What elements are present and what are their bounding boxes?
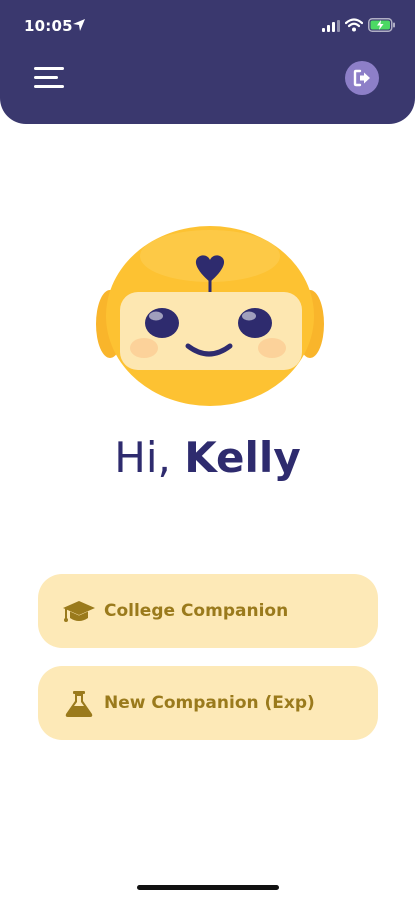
wifi-icon <box>345 18 363 32</box>
menu-line <box>34 85 64 88</box>
cellular-signal-icon <box>322 20 340 32</box>
hamburger-menu-button[interactable] <box>34 66 64 90</box>
greeting-heading: Hi, Kelly <box>0 432 415 484</box>
home-indicator[interactable] <box>137 885 279 890</box>
menu-line <box>34 76 58 79</box>
status-bar: 10:05 <box>0 0 415 54</box>
new-companion-button[interactable]: New Companion (Exp) <box>38 666 378 740</box>
new-companion-label: New Companion (Exp) <box>104 693 315 713</box>
flask-icon <box>65 691 93 717</box>
greeting-user-name: Kelly <box>184 433 301 482</box>
college-companion-label: College Companion <box>104 601 289 621</box>
battery-charging-icon <box>368 18 395 32</box>
logout-button[interactable] <box>345 61 379 95</box>
app-header: 10:05 <box>0 0 415 124</box>
status-time: 10:05 <box>24 17 73 35</box>
graduation-cap-icon <box>63 601 95 622</box>
greeting-hi-text: Hi, <box>114 433 185 482</box>
robot-mascot-illustration <box>96 226 324 406</box>
logout-icon <box>353 69 370 87</box>
menu-line <box>34 67 64 70</box>
college-companion-button[interactable]: College Companion <box>38 574 378 648</box>
location-arrow-icon <box>73 19 85 31</box>
